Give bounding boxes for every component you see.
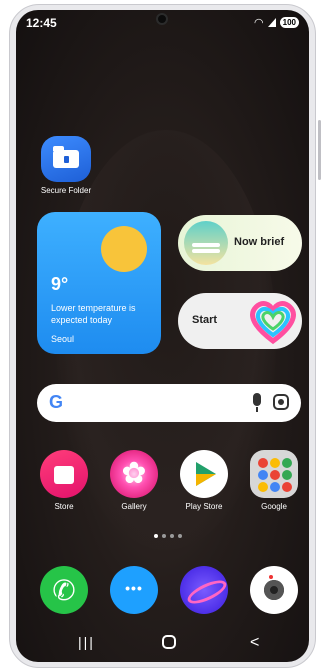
page-dot <box>178 534 182 538</box>
camera-app[interactable] <box>244 566 304 618</box>
play-store-app[interactable]: Play Store <box>174 450 234 511</box>
front-camera <box>156 13 168 25</box>
store-label: Store <box>54 502 74 511</box>
start-widget[interactable]: Start <box>178 293 302 349</box>
google-folder-app[interactable]: Google <box>244 450 304 511</box>
now-brief-widget[interactable]: Now brief <box>178 215 302 271</box>
google-logo: G <box>49 392 64 412</box>
lens-icon[interactable] <box>273 394 289 410</box>
side-button <box>318 120 321 180</box>
store-app[interactable]: Store <box>34 450 94 511</box>
recent-apps-button[interactable]: ||| <box>78 634 95 650</box>
sun-icon <box>101 226 147 272</box>
gallery-icon <box>110 450 158 498</box>
weather-description: Lower temperature is expected today <box>51 303 136 325</box>
google-folder-label: Google <box>261 502 287 511</box>
mic-icon[interactable] <box>253 393 261 412</box>
phone-icon <box>40 566 88 614</box>
phone-app[interactable] <box>34 566 94 618</box>
start-label: Start <box>192 314 218 326</box>
home-button[interactable] <box>162 635 176 649</box>
now-brief-icon <box>184 221 228 265</box>
messages-icon <box>110 566 158 614</box>
home-screen: 12:45 ◠ 100 Secure Folder 9° Lower tempe… <box>16 10 309 662</box>
back-button[interactable]: < <box>250 634 259 652</box>
weather-temp: 9° <box>51 274 69 294</box>
page-indicator <box>154 534 182 538</box>
page-dot <box>154 534 158 538</box>
camera-icon <box>250 566 298 614</box>
internet-icon <box>180 566 228 614</box>
secure-folder-icon <box>41 136 91 182</box>
now-brief-label: Now brief <box>234 236 285 248</box>
secure-folder-app[interactable]: Secure Folder <box>36 136 96 195</box>
weather-city: Seoul <box>51 334 75 344</box>
messages-app[interactable] <box>104 566 164 618</box>
google-search-bar[interactable]: G <box>37 384 301 422</box>
secure-folder-label: Secure Folder <box>40 186 92 195</box>
store-icon <box>40 450 88 498</box>
heart-swirl-icon <box>250 301 296 345</box>
play-store-label: Play Store <box>185 502 223 511</box>
weather-widget[interactable]: 9° Lower temperature is expected today S… <box>37 212 161 354</box>
navigation-bar: ||| < <box>16 622 309 662</box>
play-store-icon <box>180 450 228 498</box>
status-time: 12:45 <box>26 16 57 30</box>
google-folder-icon <box>250 450 298 498</box>
page-dot <box>170 534 174 538</box>
internet-app[interactable] <box>174 566 234 618</box>
signal-icon <box>267 18 276 27</box>
battery-icon: 100 <box>279 17 299 28</box>
status-icons: ◠ 100 <box>254 16 299 29</box>
wifi-icon: ◠ <box>254 17 264 29</box>
page-dot <box>162 534 166 538</box>
gallery-label: Gallery <box>121 502 147 511</box>
gallery-app[interactable]: Gallery <box>104 450 164 511</box>
